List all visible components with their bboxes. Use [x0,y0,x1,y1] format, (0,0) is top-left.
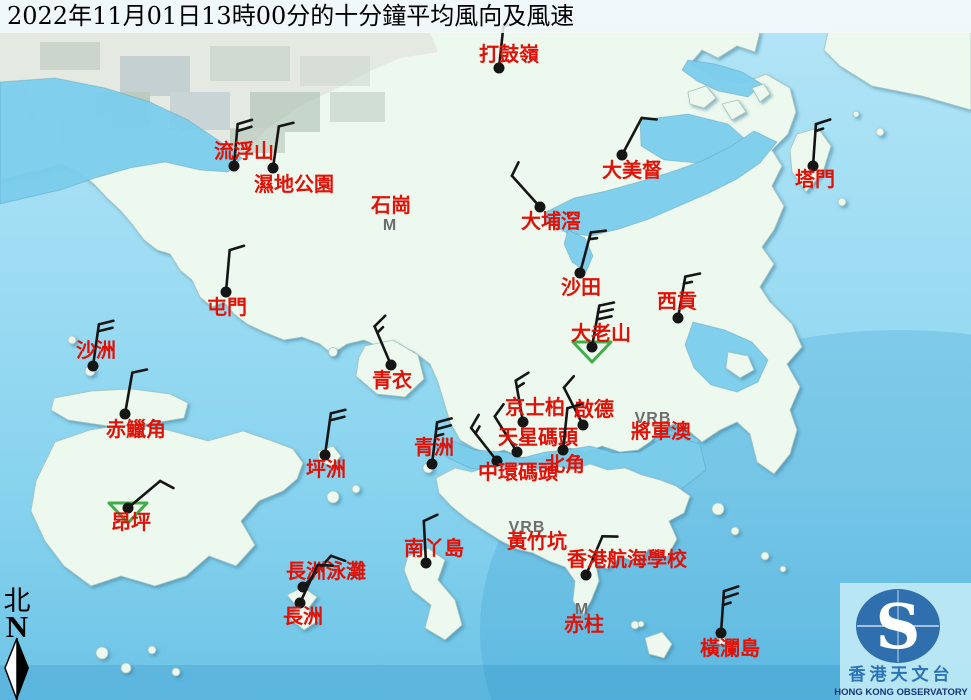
station-label: 屯門 [207,295,247,319]
station-label: 長洲 [283,604,323,628]
station-dot [427,459,438,470]
station-label: 北角 [545,452,585,476]
station-label: 大老山 [571,321,631,345]
station-label: 天星碼頭 [498,425,579,449]
station-label: 流浮山 [214,139,274,163]
station-label: 石崗 [370,193,411,217]
missing-data-marker: M [383,217,397,234]
station-label: 昂坪 [111,510,151,534]
station-label: 南丫島 [404,536,464,560]
station-label: 青衣 [372,368,412,392]
station-label: 沙洲 [76,338,116,362]
station-label: 香港航海學校 [567,547,688,571]
wind-map: 打鼓嶺流浮山濕地公園 大美督 塔門大埔滘 M石崗沙田西貢 屯門沙洲赤鱲角 青衣 大老山京士柏… [0,0,971,700]
logo-s-glyph: S [876,590,921,663]
logo-name-en: HONG KONG OBSERVATORY [834,687,968,698]
wind-map-page: 打鼓嶺流浮山濕地公園 大美督 塔門大埔滘 M石崗沙田西貢 屯門沙洲赤鱲角 青衣 大老山京士柏… [0,0,971,700]
station-label: 橫瀾島 [700,636,760,660]
station-label: 打鼓嶺 [479,42,539,66]
page-title: 2022年11月01日13時00分的十分鐘平均風向及風速 [7,3,574,29]
station-label: 京士柏 [505,395,565,419]
station-label: 黃竹坑 [507,529,567,553]
station-label: 啟德 [574,397,614,421]
bottom-sea-shade [0,665,971,700]
station-label: 西貢 [657,289,697,313]
station-label: 赤柱 [564,612,604,636]
station-label: 塔門 [795,167,835,191]
station-label: 長洲泳灘 [286,559,366,583]
station-dot [578,420,589,431]
station-label: 將軍澳 [631,419,692,443]
station-label: 濕地公園 [254,172,334,196]
station-label: 赤鱲角 [106,417,166,441]
station-dot [673,313,684,324]
station-label: 坪洲 [306,457,346,481]
hko-logo: S 香港天文台 HONG KONG OBSERVATORY [834,583,971,700]
station-label: 青洲 [414,435,454,459]
logo-name-zh: 香港天文台 [849,664,954,685]
station-label: 大美督 [602,158,662,182]
station-label: 大埔滘 [521,209,581,233]
station-dot [581,570,592,581]
station-dot [88,361,99,372]
station-label: 沙田 [561,275,601,299]
